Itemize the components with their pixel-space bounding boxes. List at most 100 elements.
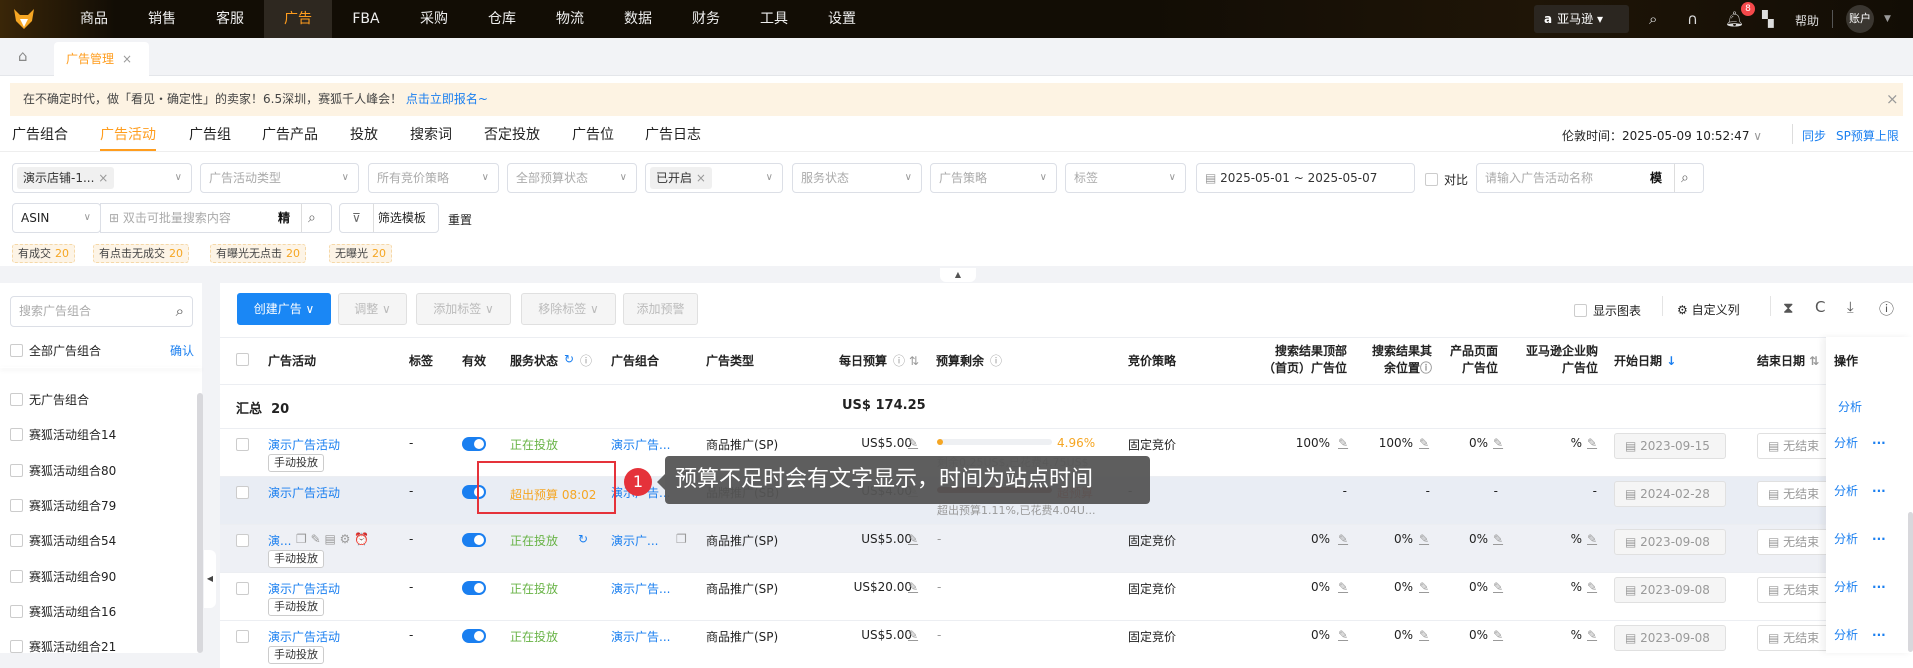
fox-logo-icon[interactable] bbox=[12, 7, 36, 31]
edit-pencil-icon[interactable]: ✎ bbox=[1587, 580, 1597, 594]
search-icon[interactable]: ⌕ bbox=[301, 204, 316, 232]
nav-item-11[interactable]: 设置 bbox=[808, 0, 876, 38]
nav-item-6[interactable]: 仓库 bbox=[468, 0, 536, 38]
refresh-status-icon[interactable]: ↻ bbox=[564, 352, 574, 366]
copy-icon[interactable]: ❐ bbox=[676, 532, 687, 546]
fuzzy-mode-toggle[interactable]: 模 bbox=[1650, 164, 1662, 192]
analyze-link[interactable]: 分析 bbox=[1834, 532, 1858, 546]
nav-item-0[interactable]: 商品 bbox=[60, 0, 128, 38]
subtab-0[interactable]: 广告组合 bbox=[12, 124, 68, 144]
more-icon[interactable]: ··· bbox=[1872, 628, 1886, 642]
portfolio-link[interactable]: 演示广告... bbox=[611, 628, 670, 645]
help-icon[interactable]: ⓘ ⇅ bbox=[893, 352, 919, 369]
table-scrollbar[interactable] bbox=[1908, 512, 1913, 652]
analyze-link[interactable]: 分析 bbox=[1834, 628, 1858, 642]
edit-pencil-icon[interactable]: ✎ bbox=[1493, 628, 1503, 642]
quick-tag[interactable]: 无曝光 20 bbox=[329, 244, 392, 263]
checkbox[interactable] bbox=[10, 428, 23, 442]
campaign-type-select[interactable]: 广告活动类型 ∨ bbox=[200, 163, 359, 193]
edit-pencil-icon[interactable]: ✎ bbox=[1338, 580, 1348, 594]
chevron-down-icon[interactable]: ▼ bbox=[1884, 14, 1891, 24]
add-alert-button[interactable]: 添加预警 bbox=[623, 293, 698, 325]
account-avatar[interactable]: 账户 bbox=[1846, 5, 1874, 33]
sidebar-scrollbar[interactable] bbox=[197, 393, 203, 653]
subtab-7[interactable]: 广告位 bbox=[572, 124, 614, 144]
campaign-action-icons[interactable]: ❐ ✎ ▤ ⚙ ⏰ bbox=[296, 532, 369, 546]
copy-icon[interactable]: ❐ bbox=[296, 532, 311, 546]
edit-pencil-icon[interactable]: ✎ bbox=[1338, 532, 1348, 546]
marketplace-selector[interactable]: a 亚马逊 ▾ bbox=[1534, 5, 1629, 33]
checkbox[interactable] bbox=[10, 344, 23, 357]
edit-pencil-icon[interactable]: ✎ bbox=[1419, 436, 1429, 450]
sync-link[interactable]: 同步 bbox=[1802, 127, 1826, 144]
quick-tag[interactable]: 有成交 20 bbox=[12, 244, 75, 263]
row-checkbox[interactable] bbox=[236, 534, 249, 547]
campaign-name-link[interactable]: 演示广告活动 bbox=[268, 436, 340, 453]
select-all-checkbox[interactable] bbox=[236, 353, 249, 366]
apps-grid-icon[interactable]: ▚ bbox=[1762, 10, 1774, 28]
edit-pencil-icon[interactable]: ✎ bbox=[1338, 436, 1348, 450]
edit-pencil-icon[interactable]: ✎ bbox=[1338, 628, 1348, 642]
analyze-link[interactable]: 分析 bbox=[1834, 484, 1858, 498]
help-icon[interactable]: ⓘ bbox=[1420, 361, 1432, 375]
checkbox[interactable] bbox=[10, 463, 23, 477]
subtab-3[interactable]: 广告产品 bbox=[262, 124, 318, 144]
sort-icon[interactable]: ⇅ bbox=[1809, 354, 1819, 368]
sidebar-portfolio-item[interactable]: 无广告组合 bbox=[10, 391, 89, 408]
sidebar-portfolio-item[interactable]: 赛狐活动组合79 bbox=[10, 497, 116, 514]
batch-search-input[interactable]: ⊞ 双击可批量搜索内容 精 ⌕ bbox=[100, 203, 332, 233]
col-start-date[interactable]: 开始日期 ↓ bbox=[1614, 352, 1676, 369]
row-checkbox[interactable] bbox=[236, 630, 249, 643]
home-icon[interactable]: ⌂ bbox=[18, 47, 28, 65]
nav-item-4[interactable]: FBA bbox=[332, 0, 400, 38]
enabled-toggle[interactable] bbox=[462, 533, 486, 547]
row-checkbox[interactable] bbox=[236, 438, 249, 451]
service-status[interactable]: 正在投放 bbox=[510, 532, 558, 549]
start-date-picker[interactable]: ▤ 2023-09-08 bbox=[1614, 577, 1726, 603]
more-icon[interactable]: ··· bbox=[1872, 436, 1886, 450]
start-date-picker[interactable]: ▤ 2023-09-15 bbox=[1614, 433, 1726, 459]
start-date-picker[interactable]: ▤ 2024-02-28 bbox=[1614, 481, 1726, 507]
portfolio-link[interactable]: 演示广... bbox=[611, 532, 658, 549]
remove-tag-button[interactable]: 移除标签 ∨ bbox=[521, 293, 616, 325]
edit-pencil-icon[interactable]: ✎ bbox=[908, 628, 918, 642]
remove-chip-icon[interactable]: × bbox=[696, 171, 706, 185]
enabled-toggle[interactable] bbox=[462, 437, 486, 451]
compare-checkbox[interactable]: 对比 bbox=[1425, 171, 1468, 188]
service-status[interactable]: 正在投放 bbox=[510, 580, 558, 597]
edit-pencil-icon[interactable]: ✎ bbox=[908, 532, 918, 546]
nav-item-2[interactable]: 客服 bbox=[196, 0, 264, 38]
edit-pencil-icon[interactable]: ✎ bbox=[1419, 628, 1429, 642]
checkbox[interactable] bbox=[1574, 304, 1587, 317]
refresh-icon[interactable]: C bbox=[1815, 298, 1825, 316]
checkbox[interactable] bbox=[1425, 173, 1438, 186]
service-status-select[interactable]: 服务状态 ∨ bbox=[792, 163, 922, 193]
reset-button[interactable]: 重置 bbox=[448, 211, 472, 228]
sidebar-portfolio-item[interactable]: 赛狐活动组合80 bbox=[10, 462, 116, 479]
campaign-name-link[interactable]: 演示广告活动 bbox=[268, 484, 340, 501]
london-time[interactable]: 伦敦时间：2025-05-09 10:52:47 ∨ bbox=[1562, 127, 1762, 144]
add-tag-button[interactable]: 添加标签 ∨ bbox=[416, 293, 511, 325]
campaign-name-link[interactable]: 演示广告活动 bbox=[268, 628, 340, 645]
sidebar-portfolio-item[interactable]: 赛狐活动组合54 bbox=[10, 532, 116, 549]
enabled-toggle[interactable] bbox=[462, 629, 486, 643]
ad-strategy-select[interactable]: 广告策略 ∨ bbox=[930, 163, 1057, 193]
nav-item-10[interactable]: 工具 bbox=[740, 0, 808, 38]
more-icon[interactable]: ··· bbox=[1872, 484, 1886, 498]
state-select[interactable]: 已开启 × ∨ bbox=[645, 163, 783, 193]
collapse-sidebar-button[interactable]: ◀ bbox=[204, 550, 216, 608]
custom-columns-button[interactable]: ⚙ 自定义列 bbox=[1677, 301, 1740, 318]
sidebar-portfolio-item[interactable]: 赛狐活动组合14 bbox=[10, 426, 116, 443]
subtab-5[interactable]: 搜索词 bbox=[410, 124, 452, 144]
nav-item-5[interactable]: 采购 bbox=[400, 0, 468, 38]
edit-pencil-icon[interactable]: ✎ bbox=[1587, 532, 1597, 546]
edit-pencil-icon[interactable]: ✎ bbox=[1493, 580, 1503, 594]
help-icon[interactable]: ⓘ bbox=[990, 352, 1002, 369]
adjust-button[interactable]: 调整 ∨ bbox=[338, 293, 407, 325]
nav-item-1[interactable]: 销售 bbox=[128, 0, 196, 38]
portfolio-link[interactable]: 演示广告... bbox=[611, 580, 670, 597]
edit-pencil-icon[interactable]: ✎ bbox=[908, 580, 918, 594]
more-icon[interactable]: ··· bbox=[1872, 580, 1886, 594]
confirm-button[interactable]: 确认 bbox=[170, 342, 194, 359]
help-icon[interactable]: ⓘ bbox=[1879, 298, 1894, 319]
